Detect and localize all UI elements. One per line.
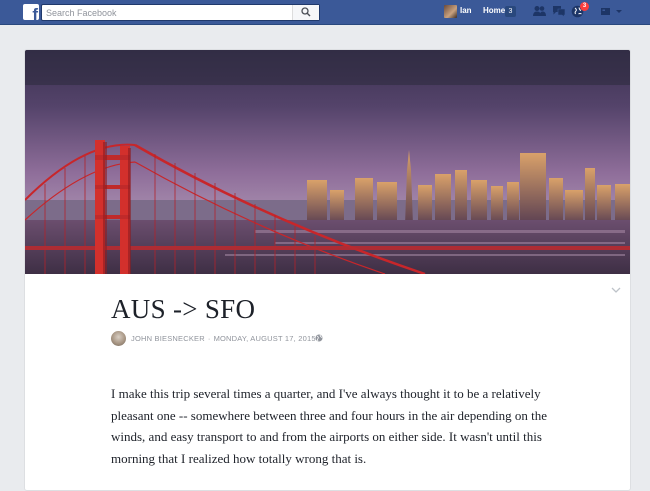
meta-separator: · [207,334,211,343]
notification-count-badge: 3 [580,2,589,11]
search-box [41,4,320,21]
public-globe-icon[interactable] [315,334,323,342]
facebook-logo-letter: f [32,5,38,20]
home-count-badge: 3 [505,6,516,17]
user-avatar[interactable] [444,5,457,18]
cover-photo [25,50,630,274]
home-link[interactable]: Home [483,6,505,15]
facebook-logo[interactable]: f [23,4,39,20]
chevron-down-icon[interactable] [610,285,622,295]
friend-requests-icon[interactable] [533,5,546,17]
search-input[interactable] [42,5,296,20]
settings-menu-icon[interactable] [601,8,623,16]
search-button[interactable] [292,5,319,20]
post-title: AUS -> SFO [111,294,256,324]
note-card: AUS -> SFO JOHN BIESNECKER · MONDAY, AUGUS… [24,49,631,491]
search-icon [301,7,311,17]
messages-icon[interactable] [552,5,566,17]
author-name[interactable]: JOHN BIESNECKER [131,334,205,343]
profile-link[interactable]: Ian [460,6,472,15]
post-body: I make this trip several times a quarter… [111,386,548,466]
top-navigation-bar: f Ian Home 3 3 [0,0,650,25]
author-avatar[interactable] [111,331,126,346]
post-date[interactable]: MONDAY, AUGUST 17, 2015 [214,334,316,343]
post-meta: JOHN BIESNECKER · MONDAY, AUGUST 17, 2015 [131,334,316,343]
